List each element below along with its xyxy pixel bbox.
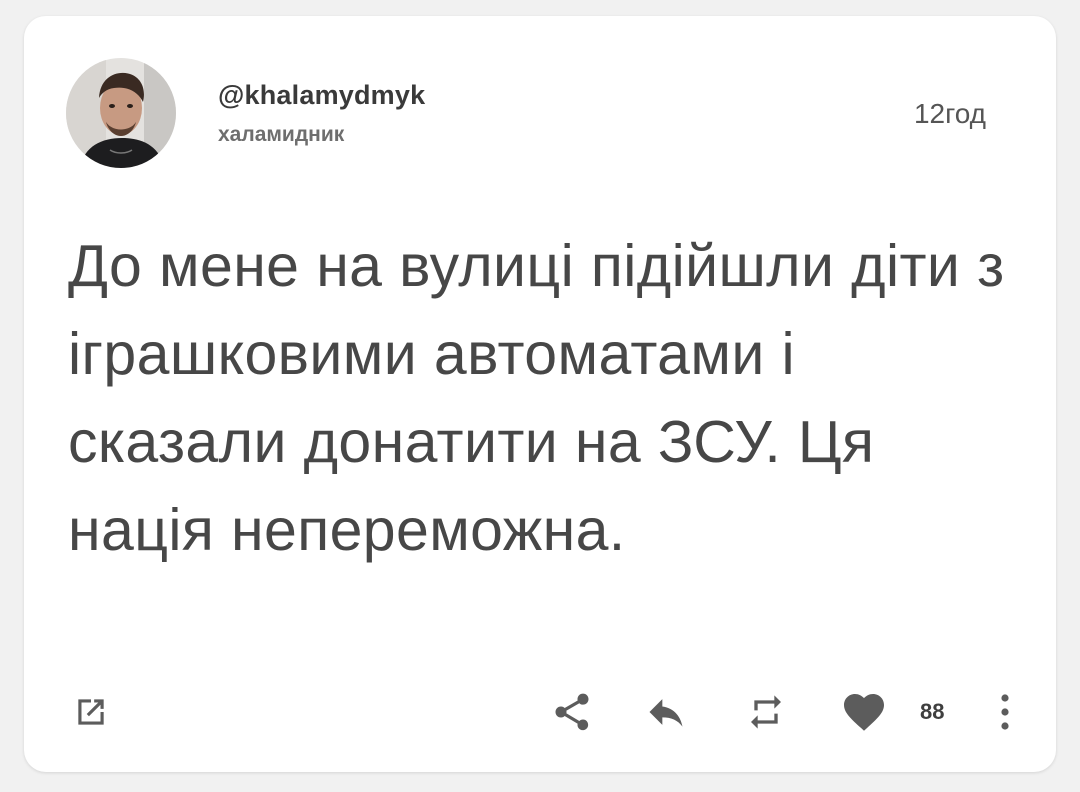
reply-button[interactable]: [640, 684, 692, 740]
like-count: 88: [920, 699, 945, 724]
avatar-image: [66, 58, 176, 168]
share-icon: [555, 693, 589, 731]
avatar[interactable]: [66, 58, 176, 168]
open-button[interactable]: [66, 684, 116, 740]
post-text: До мене на вулиці підійшли діти з іграшк…: [68, 233, 1005, 563]
action-bar: 88: [24, 684, 1056, 740]
like-button[interactable]: [836, 684, 892, 740]
more-vertical-icon: [1001, 694, 1009, 730]
repost-button[interactable]: [740, 684, 792, 740]
heart-icon: [844, 694, 884, 731]
open-external-icon: [78, 699, 104, 725]
post-timestamp: 12год: [913, 98, 986, 129]
author-display-name: халамидник: [218, 123, 345, 146]
more-options-button[interactable]: [990, 684, 1020, 740]
post-card: @khalamydmyk халамидник 12год До мене на…: [24, 16, 1056, 772]
reply-icon: [649, 699, 683, 727]
author-handle[interactable]: @khalamydmyk: [218, 80, 425, 111]
share-button[interactable]: [546, 684, 598, 740]
repost-icon: [751, 695, 781, 729]
